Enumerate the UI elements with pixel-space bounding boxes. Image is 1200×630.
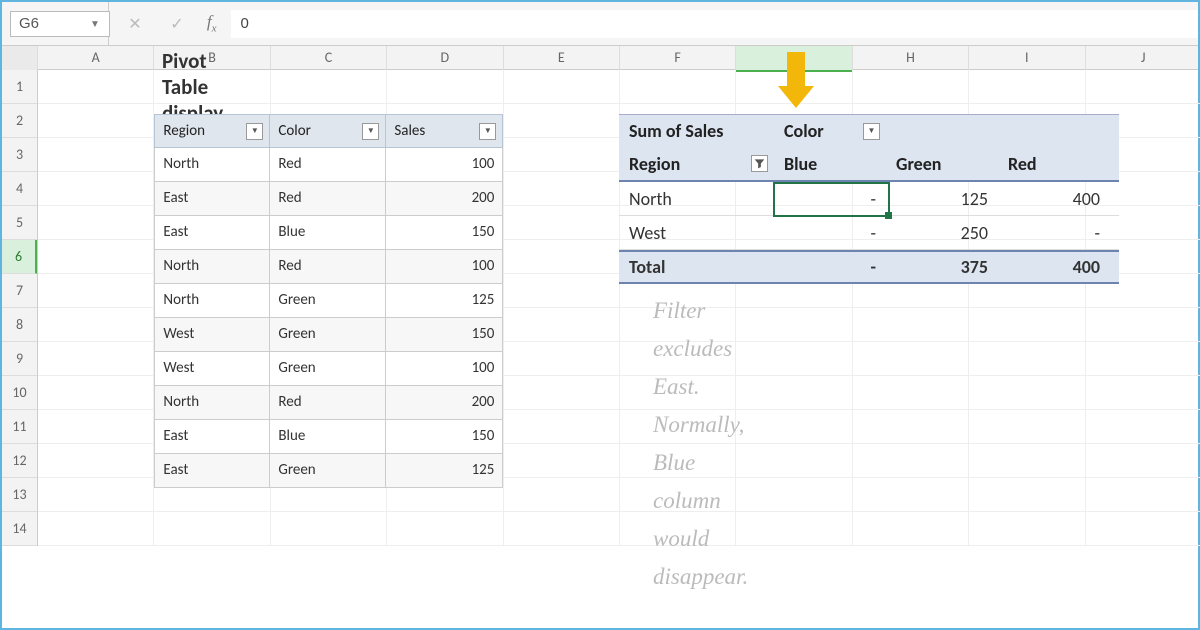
pivot-total-label: Total bbox=[619, 256, 774, 278]
table-row[interactable]: EastGreen125 bbox=[154, 454, 503, 488]
table-row[interactable]: EastBlue150 bbox=[154, 216, 503, 250]
table-row[interactable]: EastRed200 bbox=[154, 182, 503, 216]
name-box[interactable] bbox=[10, 11, 110, 37]
pivot-total-value: 375 bbox=[886, 256, 998, 278]
formula-bar-buttons: ✕ ✓ fx bbox=[109, 2, 231, 45]
pivot-value: - bbox=[774, 188, 886, 210]
confirm-icon[interactable]: ✓ bbox=[165, 12, 189, 36]
row-header[interactable]: 12 bbox=[2, 444, 37, 478]
pivot-header-row: Sum of Sales Color ▼ bbox=[619, 114, 1119, 147]
pivot-col-field[interactable]: Color ▼ bbox=[774, 120, 886, 142]
pivot-header-row2: Region Blue Green Red bbox=[619, 147, 1119, 182]
pivot-row-label: West bbox=[619, 222, 774, 244]
row-header[interactable]: 1 bbox=[2, 70, 37, 104]
filter-icon[interactable] bbox=[751, 155, 768, 172]
table-row[interactable]: EastBlue150 bbox=[154, 420, 503, 454]
pivot-row-field[interactable]: Region bbox=[619, 153, 774, 175]
row-headers: 1 2 3 4 5 6 7 8 9 10 11 12 13 14 bbox=[2, 70, 38, 546]
spreadsheet-grid[interactable]: A B C D E F G H I J 1 2 3 4 5 6 7 8 9 10 bbox=[2, 46, 1198, 546]
table-row[interactable]: NorthGreen125 bbox=[154, 284, 503, 318]
table-row[interactable]: NorthRed100 bbox=[154, 250, 503, 284]
col-header[interactable]: I bbox=[969, 46, 1085, 72]
pivot-table: Sum of Sales Color ▼ Region Blue bbox=[619, 114, 1119, 284]
pivot-row-label: North bbox=[619, 188, 774, 210]
col-header[interactable]: D bbox=[387, 46, 503, 72]
table-row[interactable]: WestGreen100 bbox=[154, 352, 503, 386]
col-header[interactable]: A bbox=[38, 46, 154, 72]
row-header[interactable]: 8 bbox=[2, 308, 37, 342]
pivot-row[interactable]: West - 250 - bbox=[619, 216, 1119, 250]
dropdown-icon[interactable]: ▼ bbox=[362, 123, 379, 140]
pivot-value: - bbox=[774, 222, 886, 244]
col-header[interactable]: C bbox=[271, 46, 387, 72]
row-header[interactable]: 6 bbox=[2, 240, 37, 274]
pivot-col-green[interactable]: Green bbox=[886, 153, 998, 175]
pivot-value: 250 bbox=[886, 222, 998, 244]
pivot-value: 125 bbox=[886, 188, 998, 210]
dropdown-icon[interactable]: ▼ bbox=[863, 123, 880, 140]
table-header-region[interactable]: Region▼ bbox=[154, 114, 270, 148]
pivot-total-row: Total - 375 400 bbox=[619, 250, 1119, 284]
dropdown-icon[interactable]: ▼ bbox=[246, 123, 263, 140]
formula-input[interactable] bbox=[231, 10, 1198, 38]
row-header[interactable]: 9 bbox=[2, 342, 37, 376]
table-row[interactable]: NorthRed200 bbox=[154, 386, 503, 420]
row-header[interactable]: 14 bbox=[2, 512, 37, 546]
pivot-total-value: - bbox=[774, 256, 886, 278]
pivot-values-label: Sum of Sales bbox=[619, 120, 774, 142]
row-header[interactable]: 5 bbox=[2, 206, 37, 240]
annotation-note: Filter excludes East. Normally, Blue col… bbox=[653, 292, 748, 596]
formula-bar: ▼ ✕ ✓ fx bbox=[2, 2, 1198, 46]
table-header-row: Region▼ Color▼ Sales▼ bbox=[154, 114, 503, 148]
pivot-total-value: 400 bbox=[998, 256, 1110, 278]
table-header-sales[interactable]: Sales▼ bbox=[386, 114, 503, 148]
row-header[interactable]: 4 bbox=[2, 172, 37, 206]
select-all-corner[interactable] bbox=[2, 46, 38, 72]
row-header[interactable]: 2 bbox=[2, 104, 37, 138]
arrow-down-icon bbox=[778, 52, 814, 110]
table-row[interactable]: NorthRed100 bbox=[154, 148, 503, 182]
col-header[interactable]: H bbox=[853, 46, 969, 72]
col-header[interactable]: E bbox=[504, 46, 620, 72]
pivot-value: - bbox=[998, 222, 1110, 244]
table-row[interactable]: WestGreen150 bbox=[154, 318, 503, 352]
source-table: Region▼ Color▼ Sales▼ NorthRed100 EastRe… bbox=[154, 114, 503, 488]
col-header[interactable]: J bbox=[1086, 46, 1200, 72]
pivot-col-red[interactable]: Red bbox=[998, 153, 1110, 175]
name-box-container: ▼ bbox=[2, 2, 109, 45]
row-header[interactable]: 3 bbox=[2, 138, 37, 172]
fx-icon[interactable]: fx bbox=[207, 12, 217, 34]
row-header[interactable]: 13 bbox=[2, 478, 37, 512]
dropdown-icon[interactable]: ▼ bbox=[479, 123, 496, 140]
excel-window: ▼ ✕ ✓ fx A B C D E F G H I J 1 2 3 bbox=[0, 0, 1200, 630]
pivot-value: 400 bbox=[998, 188, 1110, 210]
table-header-color[interactable]: Color▼ bbox=[270, 114, 386, 148]
col-header[interactable]: F bbox=[620, 46, 736, 72]
row-header[interactable]: 10 bbox=[2, 376, 37, 410]
row-header[interactable]: 7 bbox=[2, 274, 37, 308]
pivot-col-blue[interactable]: Blue bbox=[774, 153, 886, 175]
row-header[interactable]: 11 bbox=[2, 410, 37, 444]
pivot-row[interactable]: North - 125 400 bbox=[619, 182, 1119, 216]
cancel-icon[interactable]: ✕ bbox=[123, 12, 147, 36]
